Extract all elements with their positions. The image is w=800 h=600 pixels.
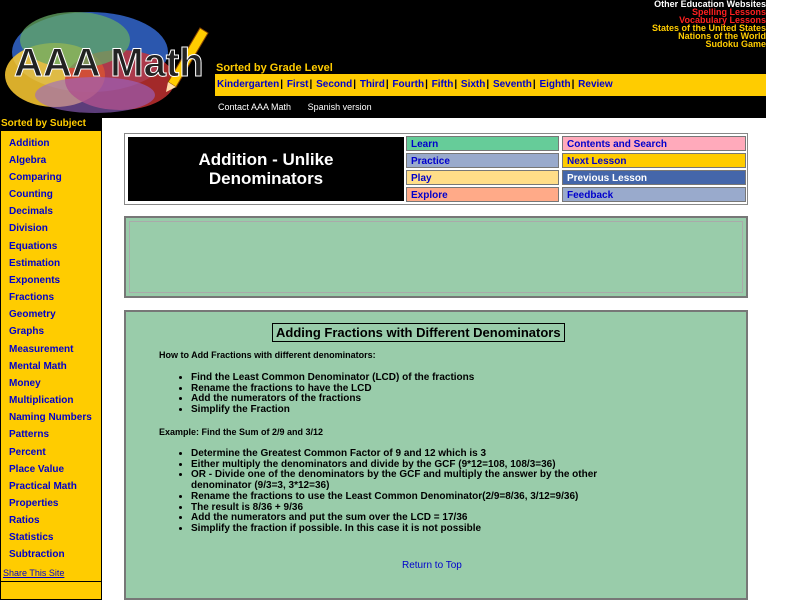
explore-button[interactable]: Explore — [406, 187, 559, 202]
sidebar-title: Sorted by Subject — [0, 118, 102, 130]
content-title: Adding Fractions with Different Denomina… — [272, 323, 565, 342]
grade-link-third[interactable]: Third — [360, 79, 385, 90]
gutter — [102, 118, 116, 600]
feedback-button[interactable]: Feedback — [562, 187, 746, 202]
sidebar-item-division[interactable]: Division — [9, 223, 48, 234]
sidebar-item-naming-numbers[interactable]: Naming Numbers — [9, 412, 92, 423]
practice-button[interactable]: Practice — [406, 153, 559, 168]
sidebar-item-decimals[interactable]: Decimals — [9, 206, 53, 217]
sidebar-item-algebra[interactable]: Algebra — [9, 155, 46, 166]
grade-nav-links: Kindergarten| First| Second| Third| Four… — [217, 79, 613, 90]
sidebar-item-money[interactable]: Money — [9, 378, 41, 389]
example-heading: Example: Find the Sum of 2/9 and 3/12 — [159, 427, 324, 437]
sidebar-item-mental-math[interactable]: Mental Math — [9, 361, 67, 372]
list-item: Simplify the fraction if possible. In th… — [191, 523, 631, 535]
grade-link-seventh[interactable]: Seventh — [493, 79, 532, 90]
sidebar-divider — [1, 581, 101, 582]
next-lesson-button[interactable]: Next Lesson — [562, 153, 746, 168]
lesson-title-line1: Addition - Unlike — [198, 150, 334, 169]
grade-nav-bar: Kindergarten| First| Second| Third| Four… — [215, 74, 766, 96]
sidebar-item-exponents[interactable]: Exponents — [9, 275, 60, 286]
separator: | — [571, 79, 575, 90]
list-item: Rename the fractions to use the Least Co… — [191, 491, 631, 503]
sidebar-item-percent[interactable]: Percent — [9, 447, 46, 458]
sidebar-item-practical-math[interactable]: Practical Math — [9, 481, 77, 492]
grade-link-first[interactable]: First — [287, 79, 309, 90]
sidebar-item-estimation[interactable]: Estimation — [9, 258, 60, 269]
sidebar-item-addition[interactable]: Addition — [9, 138, 50, 149]
grade-link-fourth[interactable]: Fourth — [392, 79, 424, 90]
lesson-title: Addition - Unlike Denominators — [128, 137, 404, 201]
share-site-link[interactable]: Share This Site — [3, 568, 64, 578]
separator: | — [486, 79, 490, 90]
sidebar-item-subtraction[interactable]: Subtraction — [9, 549, 65, 560]
top-links: Contact AAA Math Spanish version — [218, 102, 386, 112]
sidebar-item-graphs[interactable]: Graphs — [9, 326, 44, 337]
example-list: Determine the Greatest Common Factor of … — [174, 448, 631, 535]
right-margin — [766, 0, 800, 600]
sidebar-item-measurement[interactable]: Measurement — [9, 344, 73, 355]
return-to-top-link[interactable]: Return to Top — [402, 560, 462, 571]
sidebar-item-place-value[interactable]: Place Value — [9, 464, 64, 475]
previous-lesson-button[interactable]: Previous Lesson — [562, 170, 746, 185]
grade-link-sixth[interactable]: Sixth — [461, 79, 485, 90]
learn-button[interactable]: Learn — [406, 136, 559, 151]
separator: | — [309, 79, 313, 90]
separator: | — [385, 79, 389, 90]
spanish-version-link[interactable]: Spanish version — [308, 102, 372, 112]
contents-search-button[interactable]: Contents and Search — [562, 136, 746, 151]
separator: | — [454, 79, 458, 90]
ad-panel-inner — [129, 221, 743, 293]
sidebar-item-fractions[interactable]: Fractions — [9, 292, 54, 303]
list-item: OR - Divide one of the denominators by t… — [191, 469, 631, 491]
sidebar-item-statistics[interactable]: Statistics — [9, 532, 53, 543]
sidebar-item-patterns[interactable]: Patterns — [9, 429, 49, 440]
logo-text: AAA Math — [14, 41, 204, 85]
separator: | — [532, 79, 536, 90]
lesson-header: Addition - Unlike Denominators Learn Pra… — [124, 133, 748, 205]
play-button[interactable]: Play — [406, 170, 559, 185]
sidebar-item-counting[interactable]: Counting — [9, 189, 53, 200]
contact-link[interactable]: Contact AAA Math — [218, 102, 291, 112]
list-item: Simplify the Fraction — [191, 404, 631, 416]
aaa-math-logo[interactable]: AAA Math — [0, 0, 215, 118]
separator: | — [353, 79, 357, 90]
separator: | — [280, 79, 284, 90]
sidebar-item-ratios[interactable]: Ratios — [9, 515, 40, 526]
sidebar-item-comparing[interactable]: Comparing — [9, 172, 62, 183]
how-to-heading: How to Add Fractions with different deno… — [159, 350, 376, 360]
grade-link-fifth[interactable]: Fifth — [432, 79, 454, 90]
ad-panel — [124, 216, 748, 298]
ext-link-sudoku[interactable]: Sudoku Game — [652, 40, 766, 49]
sidebar-item-properties[interactable]: Properties — [9, 498, 58, 509]
sidebar-item-geometry[interactable]: Geometry — [9, 309, 56, 320]
grade-link-eighth[interactable]: Eighth — [539, 79, 570, 90]
sidebar-item-multiplication[interactable]: Multiplication — [9, 395, 73, 406]
sidebar-item-equations[interactable]: Equations — [9, 241, 57, 252]
external-links: Other Education Websites Spelling Lesson… — [652, 0, 766, 49]
grade-link-second[interactable]: Second — [316, 79, 352, 90]
grade-link-kindergarten[interactable]: Kindergarten — [217, 79, 279, 90]
grade-nav-caption: Sorted by Grade Level — [216, 62, 333, 74]
lesson-content: Adding Fractions with Different Denomina… — [124, 310, 748, 600]
lesson-title-line2: Denominators — [208, 169, 324, 188]
separator: | — [425, 79, 428, 90]
subject-sidebar: Addition Algebra Comparing Counting Deci… — [0, 130, 102, 600]
grade-link-review[interactable]: Review — [578, 79, 612, 90]
how-to-list: Find the Least Common Denominator (LCD) … — [174, 372, 631, 416]
